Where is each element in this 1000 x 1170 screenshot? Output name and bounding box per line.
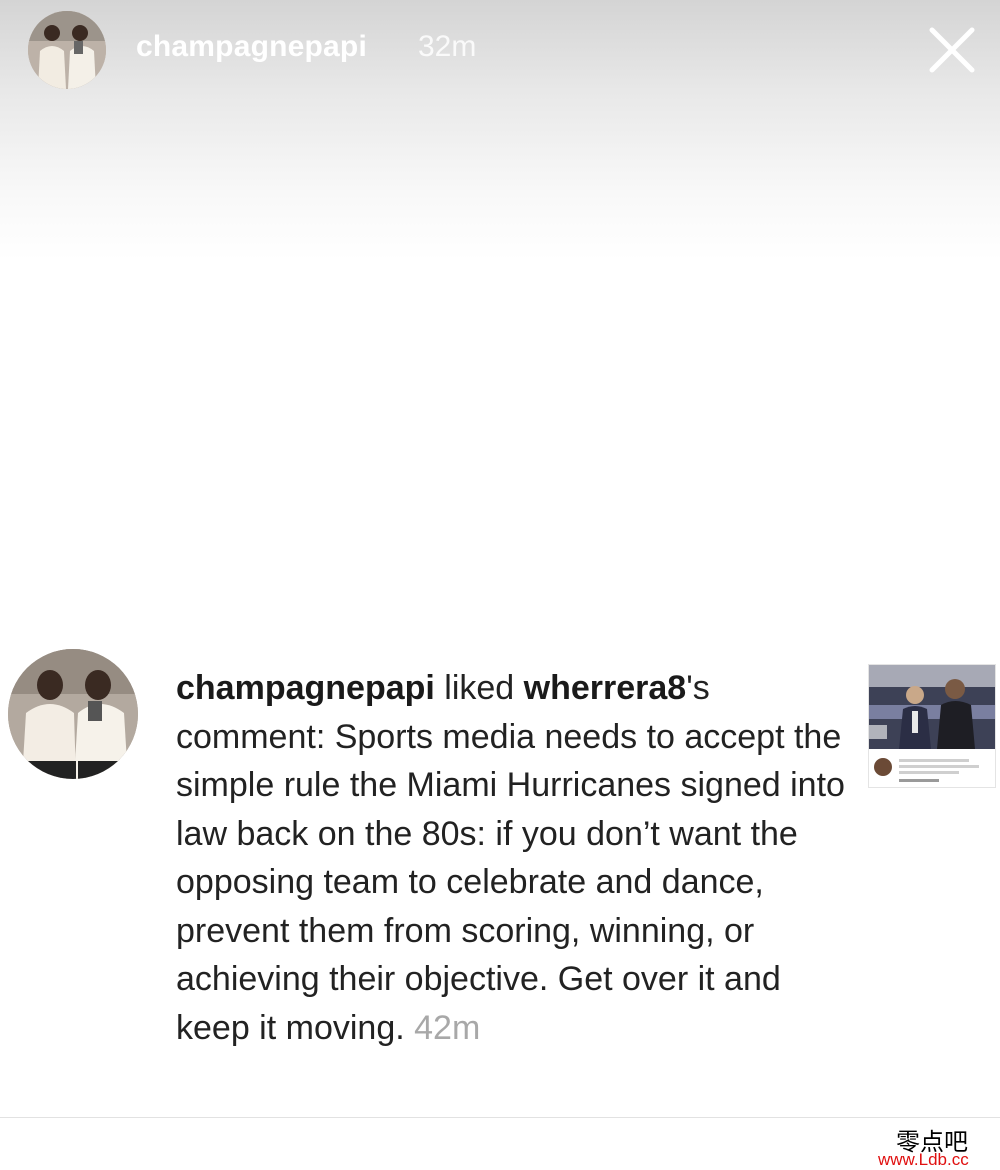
close-button[interactable] [926,24,978,76]
divider [0,1117,1000,1118]
post-thumbnail-image [869,665,995,787]
comment-body: Sports media needs to accept the simple … [176,717,845,1047]
notification-timestamp: 42m [414,1008,481,1047]
possessive-suffix: 's [686,669,710,707]
activity-notification[interactable]: champagnepapi liked wherrera8's comment:… [0,640,1000,1110]
actor-username[interactable]: champagnepapi [176,669,435,707]
target-username[interactable]: wherrera8 [524,669,687,707]
story-avatar[interactable] [28,11,106,89]
story-timestamp: 32m [418,30,477,63]
notification-verb: liked [434,669,524,707]
notification-text: champagnepapi liked wherrera8's comment:… [176,664,856,1052]
comment-prefix: comment: [176,717,335,756]
watermark-url: www.Ldb.cc [878,1150,969,1169]
avatar-photo [28,11,106,89]
story-username[interactable]: champagnepapi [136,30,367,64]
story-header: champagnepapi 32m [0,0,1000,100]
notification-avatar[interactable] [8,649,138,779]
avatar-photo [8,649,138,779]
close-icon [929,27,975,73]
post-thumbnail[interactable] [868,664,996,788]
